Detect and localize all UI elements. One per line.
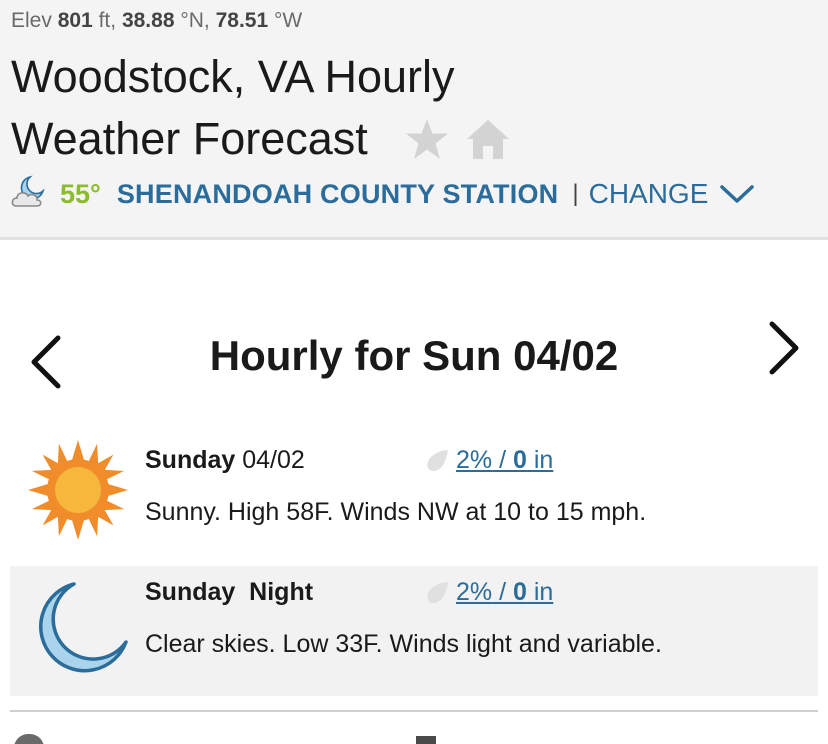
partly-cloudy-night-icon (10, 174, 48, 215)
longitude-value: 78.51 (215, 9, 269, 32)
hourly-title: Hourly for Sun 04/02 (209, 332, 619, 379)
next-day-button[interactable] (766, 320, 802, 376)
elev-value: 801 (57, 9, 93, 32)
precip-amount: 0 (512, 578, 527, 606)
day-name: Sunday (145, 446, 236, 474)
day-date: 04/02 (242, 446, 305, 474)
precip-link[interactable]: 2% / 0 in (456, 578, 553, 607)
precip-info: 2% / 0 in (424, 578, 553, 607)
elev-label: Elev (11, 9, 52, 32)
forecast-day-label: Sunday Night (145, 578, 313, 607)
forecast-description: Sunny. High 58F. Winds NW at 10 to 15 mp… (145, 498, 647, 526)
separator: | (572, 180, 579, 207)
moon-icon (39, 582, 128, 673)
star-icon[interactable] (405, 118, 449, 165)
home-icon[interactable] (465, 118, 511, 165)
precip-unit: in (526, 446, 554, 474)
forecast-night-row: Sunday Night 2% / 0 in Clear skies. Low … (10, 566, 818, 696)
precip-link[interactable]: 2% / 0 in (456, 446, 553, 475)
elevation-coordinates: Elev 801 ft, 38.88 °N, 78.51 °W (11, 9, 302, 33)
title-actions (405, 118, 511, 165)
forecast-day-label: Sunday 04/02 (145, 446, 305, 475)
forecast-description: Clear skies. Low 33F. Winds light and va… (145, 630, 662, 658)
chevron-down-icon (720, 185, 755, 203)
latitude-value: 38.88 (121, 9, 175, 32)
truncated-content (416, 736, 436, 744)
precip-percent: 2% (456, 446, 493, 474)
change-station-button[interactable]: CHANGE (589, 178, 755, 210)
station-name-link[interactable]: SHENANDOAH COUNTY STATION (117, 179, 559, 210)
truncated-content (14, 734, 44, 744)
forecast-day-row: Sunday 04/02 2% / 0 in Sunny. High 58F. … (10, 434, 818, 554)
precip-info: 2% / 0 in (424, 446, 553, 475)
precip-sep: / (492, 446, 513, 474)
location-header: Elev 801 ft, 38.88 °N, 78.51 °W Woodstoc… (0, 0, 828, 240)
precip-sep: / (492, 578, 513, 606)
sun-icon (28, 440, 128, 540)
change-label: CHANGE (588, 178, 709, 209)
longitude-unit: °W (274, 9, 303, 32)
precip-amount: 0 (512, 446, 527, 474)
precip-percent: 2% (456, 578, 493, 606)
day-name: Sunday Night (145, 578, 314, 606)
latitude-unit: °N, (180, 9, 210, 32)
raindrop-icon (427, 449, 448, 471)
elev-unit: ft, (98, 9, 117, 32)
current-station-row: 55° SHENANDOAH COUNTY STATION | CHANGE (10, 174, 755, 215)
precip-unit: in (526, 578, 554, 606)
divider (10, 710, 818, 712)
raindrop-icon (427, 581, 448, 603)
current-temperature: 55° (60, 178, 101, 209)
chevron-right-icon (769, 321, 799, 375)
